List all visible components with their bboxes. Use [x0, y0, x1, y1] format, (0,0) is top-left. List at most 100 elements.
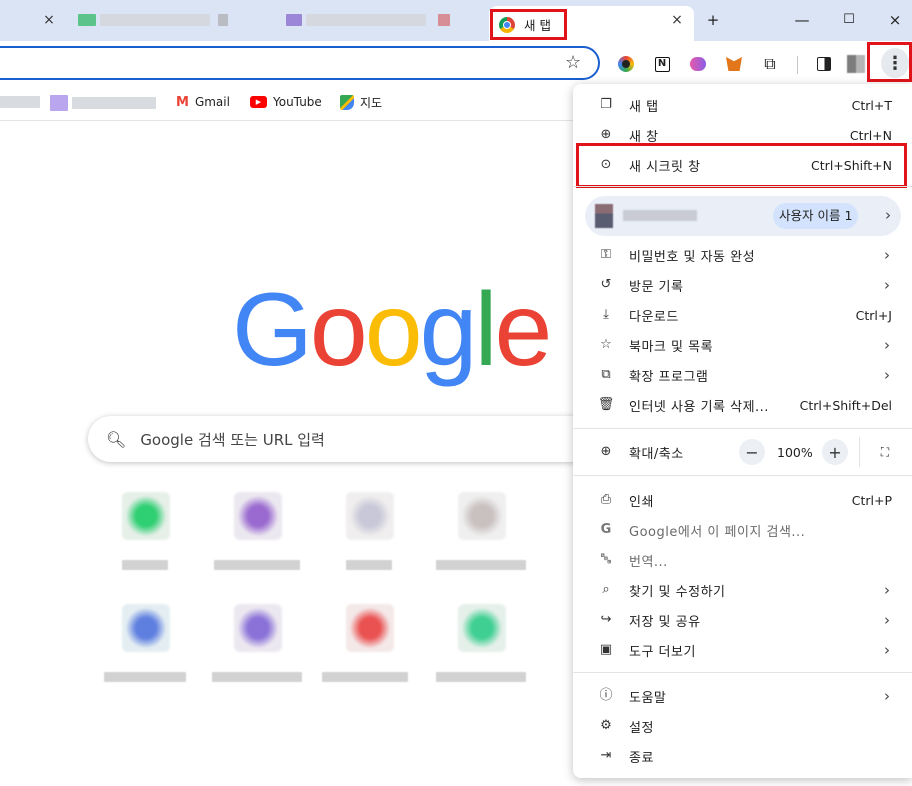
menu-item-new-tab[interactable]: ❐ 새 탭 Ctrl+T	[573, 90, 912, 120]
chevron-right-icon: ›	[884, 246, 890, 264]
address-bar[interactable]	[0, 46, 600, 80]
save-share-icon: ↪	[600, 612, 612, 627]
logo-letter: o	[364, 272, 423, 388]
shortcut-label	[436, 672, 526, 682]
shortcut-tile[interactable]	[210, 604, 320, 714]
extension-color-icon[interactable]	[616, 54, 636, 74]
bookmark-maps[interactable]: 지도	[340, 93, 382, 111]
search-placeholder: Google 검색 또는 URL 입력	[140, 430, 325, 449]
toolbar: ☆ N ⧉	[0, 41, 912, 85]
shortcut-icon	[122, 492, 170, 540]
menu-item-print[interactable]: ⎙ 인쇄 Ctrl+P	[573, 485, 912, 515]
logo-letter: e	[494, 272, 553, 388]
minimize-button[interactable]: —	[790, 8, 814, 32]
zoom-icon: ⊕	[600, 444, 612, 459]
zoom-in-button[interactable]: +	[822, 439, 848, 465]
menu-divider	[573, 428, 912, 429]
logo-letter: G	[232, 272, 313, 388]
gear-icon: ⚙	[600, 718, 612, 733]
chevron-right-icon: ›	[885, 206, 891, 224]
logo-letter: o	[309, 272, 368, 388]
bookmark-youtube[interactable]: ▶ YouTube	[250, 93, 322, 111]
window-close-button[interactable]: ×	[883, 8, 907, 32]
menu-item-more-tools[interactable]: ▣ 도구 더보기 ›	[573, 635, 912, 665]
exit-icon: ⇥	[600, 748, 612, 763]
profile-avatar-icon[interactable]	[846, 54, 866, 74]
menu-item-passwords[interactable]: ⚿ 비밀번호 및 자동 완성 ›	[573, 240, 912, 270]
menu-item-label: 인터넷 사용 기록 삭제...	[629, 399, 769, 415]
shortcut-icon	[346, 492, 394, 540]
menu-item-clear-data[interactable]: 🗑︎ 인터넷 사용 기록 삭제... Ctrl+Shift+Del	[573, 390, 912, 420]
menu-item-shortcut: Ctrl+J	[855, 307, 892, 323]
menu-item-exit[interactable]: ⇥ 종료	[573, 741, 912, 771]
chrome-icon	[499, 16, 515, 33]
menu-item-label: 방문 기록	[629, 279, 684, 295]
bookmark-blurred[interactable]	[0, 95, 160, 111]
menu-item-find-edit[interactable]: ⌕ 찾기 및 수정하기 ›	[573, 575, 912, 605]
menu-item-label: Google에서 이 페이지 검색...	[629, 524, 806, 540]
maximize-button[interactable]: ☐	[837, 8, 861, 32]
shortcut-tile[interactable]	[98, 492, 208, 602]
menu-item-help[interactable]: ⓘ 도움말 ›	[573, 681, 912, 711]
brain-extension-icon[interactable]	[688, 54, 708, 74]
menu-item-label: 인쇄	[629, 494, 654, 510]
menu-item-search-page[interactable]: G Google에서 이 페이지 검색...	[573, 515, 912, 545]
menu-item-label: 확장 프로그램	[629, 369, 709, 385]
shortcut-label	[214, 560, 300, 570]
ntp-search-box[interactable]: 🔍︎ Google 검색 또는 URL 입력	[88, 416, 648, 462]
menu-item-extensions[interactable]: ⧉ 확장 프로그램 ›	[573, 360, 912, 390]
shortcut-tile[interactable]	[322, 492, 432, 602]
bookmark-star-icon[interactable]: ☆	[565, 53, 581, 73]
new-tab-button[interactable]: +	[701, 8, 725, 32]
profile-name-blurred	[623, 210, 697, 221]
shortcut-tile[interactable]	[434, 604, 544, 714]
menu-item-settings[interactable]: ⚙ 설정	[573, 711, 912, 741]
logo-letter: g	[419, 272, 478, 388]
print-icon: ⎙	[600, 492, 612, 507]
side-panel-icon[interactable]	[814, 54, 834, 74]
tab-blurred-1[interactable]	[68, 12, 248, 28]
tab-close-icon[interactable]: ×	[668, 11, 686, 29]
notion-extension-icon[interactable]: N	[652, 54, 672, 74]
menu-item-label: 북마크 및 목록	[629, 339, 714, 355]
shortcut-label	[346, 560, 392, 570]
chevron-right-icon: ›	[884, 687, 890, 705]
menu-item-label: 저장 및 공유	[629, 614, 701, 630]
bookmark-gmail[interactable]: M Gmail	[176, 93, 230, 111]
zoom-level: 100%	[777, 445, 813, 460]
menu-divider	[573, 475, 912, 476]
menu-item-label: 새 시크릿 창	[629, 159, 701, 175]
menu-item-history[interactable]: ↺ 방문 기록 ›	[573, 270, 912, 300]
tab-close-icon[interactable]: ×	[40, 11, 58, 29]
shortcut-tile[interactable]	[322, 604, 432, 714]
shortcut-tile[interactable]	[98, 604, 208, 714]
menu-item-label: 도움말	[629, 690, 667, 706]
chevron-right-icon: ›	[884, 611, 890, 629]
metamask-extension-icon[interactable]	[724, 54, 744, 74]
menu-item-translate[interactable]: 🔤︎ 번역...	[573, 545, 912, 575]
tab-blurred-2[interactable]	[280, 12, 470, 28]
shortcut-icon	[458, 492, 506, 540]
download-icon: ⤓	[603, 307, 609, 322]
menu-item-new-incognito-window[interactable]: ⊙ 새 시크릿 창 Ctrl+Shift+N	[573, 150, 912, 180]
menu-item-downloads[interactable]: ⤓ 다운로드 Ctrl+J	[573, 300, 912, 330]
fullscreen-icon[interactable]: ⛶	[872, 439, 898, 465]
menu-divider	[573, 186, 912, 187]
puzzle-icon: ⧉	[601, 367, 611, 382]
trash-icon: 🗑︎	[597, 397, 615, 412]
bookmark-label: 지도	[360, 95, 383, 110]
shortcut-tile[interactable]	[434, 492, 544, 602]
shortcut-label	[212, 672, 302, 682]
shortcut-tile[interactable]	[210, 492, 320, 602]
highlight-box-tab: 새 탭	[490, 9, 567, 40]
menu-item-bookmarks[interactable]: ☆ 북마크 및 목록 ›	[573, 330, 912, 360]
menu-item-save-share[interactable]: ↪ 저장 및 공유 ›	[573, 605, 912, 635]
google-g-icon: G	[600, 522, 612, 537]
menu-profile-row[interactable]: 사용자 이름 1 ›	[585, 196, 901, 236]
menu-item-shortcut: Ctrl+P	[851, 492, 892, 508]
zoom-out-button[interactable]: −	[739, 439, 765, 465]
extensions-puzzle-icon[interactable]: ⧉	[760, 54, 780, 74]
history-icon: ↺	[600, 277, 612, 292]
shortcut-icon	[346, 604, 394, 652]
chevron-right-icon: ›	[884, 581, 890, 599]
